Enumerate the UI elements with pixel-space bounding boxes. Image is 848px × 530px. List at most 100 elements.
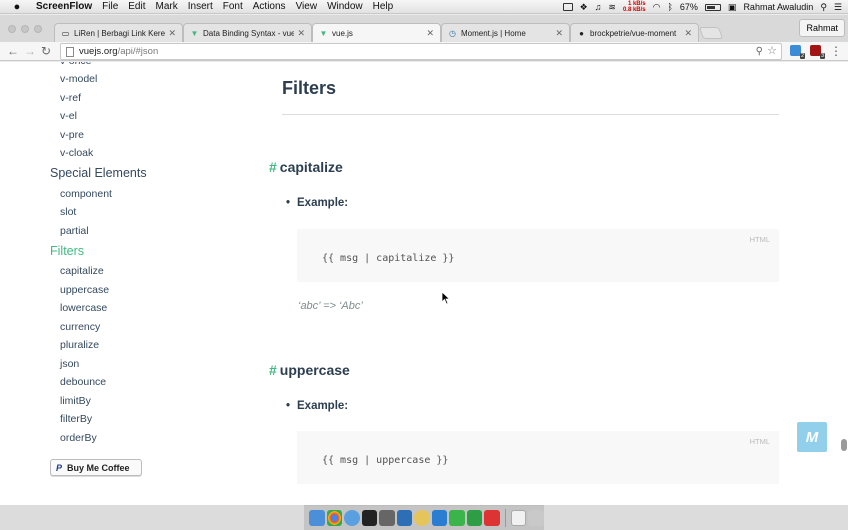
notification-center-icon[interactable]: ☰ xyxy=(834,2,842,13)
battery-icon[interactable] xyxy=(704,3,721,11)
url-host: vuejs.org xyxy=(79,46,118,57)
clock-icon: ◷ xyxy=(449,28,456,38)
sidebar: v-once v-model v-ref v-el v-pre v-cloak … xyxy=(0,62,230,505)
sidebar-item-limitby[interactable]: limitBy xyxy=(60,395,91,407)
tab-liren[interactable]: ▭ LiRen | Berbagi Link Keren ✕ xyxy=(54,23,183,42)
sidebar-item-json[interactable]: json xyxy=(60,358,79,370)
net-down-text: 0.8 kB/s xyxy=(622,7,646,13)
spotlight-icon[interactable]: ⚲ xyxy=(820,2,827,13)
example-output: ‘abc’ => ‘Abc’ xyxy=(298,300,363,312)
sidebar-section-special-elements[interactable]: Special Elements xyxy=(50,166,147,180)
mac-menu-bar: ● ScreenFlow File Edit Mark Insert Font … xyxy=(0,0,848,14)
sidebar-item-partial[interactable]: partial xyxy=(60,225,89,237)
terminal-icon[interactable] xyxy=(361,510,378,526)
menu-actions[interactable]: Actions xyxy=(253,1,286,12)
anchor-link[interactable]: # xyxy=(269,362,277,378)
close-tab-icon[interactable]: ✕ xyxy=(297,28,305,39)
close-tab-icon[interactable]: ✕ xyxy=(684,28,692,39)
buy-me-coffee-button[interactable]: P Buy Me Coffee xyxy=(50,459,142,476)
app-icon[interactable] xyxy=(484,510,500,526)
zoom-icon[interactable]: ⚲ xyxy=(756,44,763,59)
dock xyxy=(304,505,544,530)
sidebar-item-v-el[interactable]: v-el xyxy=(60,110,77,122)
coffee-label: Buy Me Coffee xyxy=(67,462,130,473)
sidebar-item-currency[interactable]: currency xyxy=(60,321,100,333)
menu-view[interactable]: View xyxy=(296,1,318,12)
app-icon[interactable] xyxy=(414,510,430,526)
apple-icon[interactable]: ● xyxy=(10,1,24,13)
sidebar-item-filterby[interactable]: filterBy xyxy=(60,413,92,425)
reload-icon[interactable]: ↻ xyxy=(41,44,51,58)
menu-help[interactable]: Help xyxy=(373,1,394,12)
tab-moment[interactable]: ◷ Moment.js | Home ✕ xyxy=(441,23,570,42)
page-icon: ▭ xyxy=(61,28,70,38)
notification-bell-icon[interactable]: ♫ xyxy=(595,2,602,12)
screenflow-icon[interactable] xyxy=(379,510,395,526)
sidebar-item-v-pre[interactable]: v-pre xyxy=(60,129,84,141)
screen-record-icon[interactable] xyxy=(562,3,573,11)
trash-icon[interactable] xyxy=(528,510,544,526)
tab-vue-moment[interactable]: ● brockpetrie/vue-moment ✕ xyxy=(570,23,699,42)
extension-icon[interactable]: 2 xyxy=(790,45,805,59)
app-icon[interactable] xyxy=(466,510,483,526)
finder-icon[interactable] xyxy=(309,510,325,526)
menu-edit[interactable]: Edit xyxy=(128,1,145,12)
menu-app-name[interactable]: ScreenFlow xyxy=(36,1,92,12)
new-tab-button[interactable] xyxy=(698,27,724,39)
sidebar-item-slot[interactable]: slot xyxy=(60,206,76,218)
sidebar-item-component[interactable]: component xyxy=(60,188,112,200)
menu-mark[interactable]: Mark xyxy=(156,1,178,12)
safari-icon[interactable] xyxy=(344,510,360,526)
app-icon[interactable] xyxy=(396,510,413,526)
address-bar[interactable]: vuejs.org/api/#json ⚲ ☆ xyxy=(60,43,782,60)
sidebar-item-v-once[interactable]: v-once xyxy=(60,62,92,67)
sidebar-item-uppercase[interactable]: uppercase xyxy=(60,284,109,296)
chrome-menu-icon[interactable]: ⋮ xyxy=(830,44,842,58)
sidebar-item-debounce[interactable]: debounce xyxy=(60,376,106,388)
zoom-window-icon[interactable] xyxy=(34,25,42,33)
anchor-link[interactable]: # xyxy=(269,159,277,175)
menu-file[interactable]: File xyxy=(102,1,118,12)
minimize-window-icon[interactable] xyxy=(21,25,29,33)
ublock-icon[interactable]: 3 xyxy=(810,45,825,59)
user-name[interactable]: Rahmat Awaludin xyxy=(743,2,813,12)
back-icon[interactable]: ← xyxy=(7,44,19,58)
sidebar-item-orderby[interactable]: orderBy xyxy=(60,432,97,444)
wifi-icon[interactable]: ◠ xyxy=(653,2,661,13)
sidebar-item-v-cloak[interactable]: v-cloak xyxy=(60,147,93,159)
close-tab-icon[interactable]: ✕ xyxy=(168,28,176,39)
sync-icon[interactable]: ≋ xyxy=(608,2,616,13)
battery-percent[interactable]: 67% xyxy=(680,2,698,12)
document-icon[interactable] xyxy=(510,510,527,526)
sidebar-item-v-model[interactable]: v-model xyxy=(60,73,97,85)
sidebar-item-pluralize[interactable]: pluralize xyxy=(60,339,99,351)
sidebar-item-lowercase[interactable]: lowercase xyxy=(60,302,107,314)
page-content: v-once v-model v-ref v-el v-pre v-cloak … xyxy=(0,62,848,505)
dropbox-icon[interactable]: ❖ xyxy=(580,2,588,13)
menu-font[interactable]: Font xyxy=(223,1,243,12)
tab-data-binding[interactable]: ▼ Data Binding Syntax - vue.js ✕ xyxy=(183,23,312,42)
chrome-icon[interactable] xyxy=(326,510,343,526)
code-text: {{ msg | uppercase }} xyxy=(322,455,449,466)
menu-window[interactable]: Window xyxy=(327,1,363,12)
page-scrollbar[interactable] xyxy=(841,439,847,451)
page-info-icon[interactable] xyxy=(66,47,74,57)
code-lang-label: HTML xyxy=(749,235,770,244)
app-icon[interactable] xyxy=(431,510,448,526)
sidebar-item-capitalize[interactable]: capitalize xyxy=(60,265,104,277)
menu-insert[interactable]: Insert xyxy=(188,1,213,12)
bookmark-star-icon[interactable]: ☆ xyxy=(767,44,777,59)
example-label: Example: xyxy=(297,197,349,209)
bluetooth-icon[interactable]: ᛒ xyxy=(668,2,673,12)
close-tab-icon[interactable]: ✕ xyxy=(426,28,434,39)
close-window-icon[interactable] xyxy=(8,25,16,33)
app-icon[interactable] xyxy=(449,510,465,526)
example-label: Example: xyxy=(297,400,349,412)
input-source-icon[interactable]: ▣ xyxy=(728,2,737,13)
tab-vuejs[interactable]: ▼ vue.js ✕ xyxy=(312,23,441,43)
close-tab-icon[interactable]: ✕ xyxy=(555,28,563,39)
sidebar-section-filters[interactable]: Filters xyxy=(50,244,84,258)
forward-icon[interactable]: → xyxy=(24,44,36,58)
profile-button[interactable]: Rahmat xyxy=(799,19,845,37)
sidebar-item-v-ref[interactable]: v-ref xyxy=(60,92,81,104)
